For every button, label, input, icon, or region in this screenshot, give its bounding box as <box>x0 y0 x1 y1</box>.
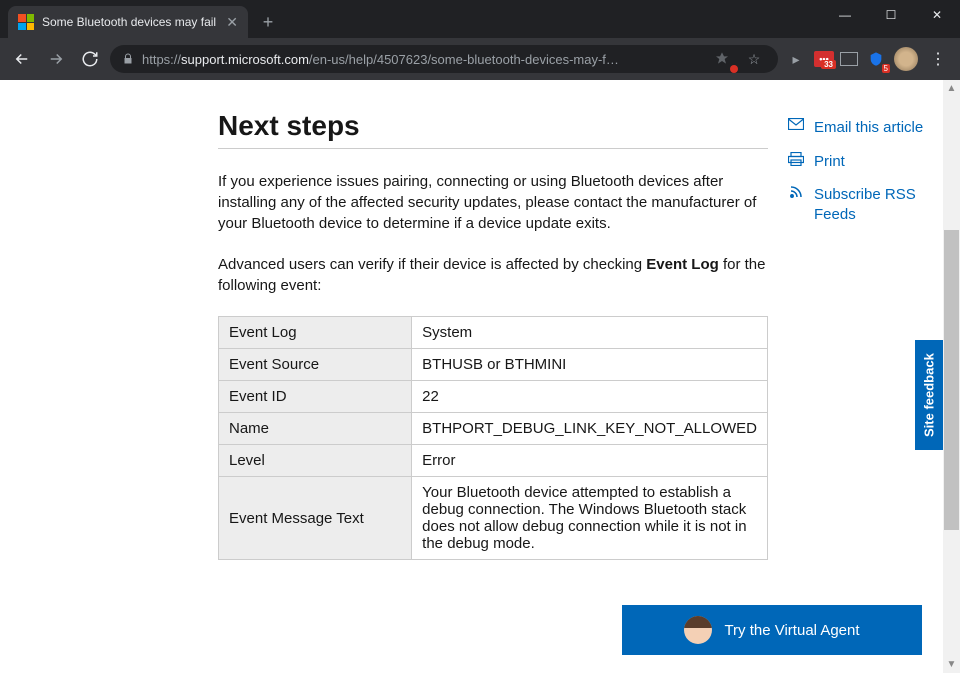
table-key: Event Source <box>219 349 412 381</box>
virtual-agent-avatar-icon <box>684 616 712 644</box>
table-row: Event Message TextYour Bluetooth device … <box>219 477 768 560</box>
table-key: Event Message Text <box>219 477 412 560</box>
address-bar[interactable]: https://support.microsoft.com/en-us/help… <box>110 45 778 73</box>
browser-menu-icon[interactable]: ⋮ <box>924 49 952 69</box>
table-key: Name <box>219 413 412 445</box>
back-button[interactable] <box>8 45 36 73</box>
extension-news-icon[interactable] <box>840 52 858 66</box>
forward-button[interactable] <box>42 45 70 73</box>
table-row: Event LogSystem <box>219 317 768 349</box>
table-row: Event SourceBTHUSB or BTHMINI <box>219 349 768 381</box>
bookmark-star-icon[interactable]: ☆ <box>742 47 766 71</box>
table-value: System <box>412 317 768 349</box>
paragraph-advanced: Advanced users can verify if their devic… <box>218 254 768 296</box>
print-link[interactable]: Print <box>788 152 938 172</box>
table-key: Event Log <box>219 317 412 349</box>
lock-icon <box>122 53 134 65</box>
browser-titlebar: Some Bluetooth devices may fail ✕ + ― ☐ … <box>0 0 960 38</box>
browser-toolbar: https://support.microsoft.com/en-us/help… <box>0 38 960 80</box>
table-key: Event ID <box>219 381 412 413</box>
article-main: Next steps If you experience issues pair… <box>218 110 768 560</box>
microsoft-favicon <box>18 14 34 30</box>
table-row: Event ID22 <box>219 381 768 413</box>
translate-icon[interactable] <box>710 47 734 71</box>
table-value: BTHPORT_DEBUG_LINK_KEY_NOT_ALLOWED <box>412 413 768 445</box>
tab-title: Some Bluetooth devices may fail <box>42 15 218 29</box>
site-feedback-tab[interactable]: Site feedback <box>915 340 943 450</box>
profile-avatar[interactable] <box>894 47 918 71</box>
reload-button[interactable] <box>76 45 104 73</box>
minimize-button[interactable]: ― <box>822 0 868 30</box>
extension-shield-icon[interactable]: 5 <box>864 47 888 71</box>
table-row: NameBTHPORT_DEBUG_LINK_KEY_NOT_ALLOWED <box>219 413 768 445</box>
new-tab-button[interactable]: + <box>254 8 282 36</box>
maximize-button[interactable]: ☐ <box>868 0 914 30</box>
page-viewport: Next steps If you experience issues pair… <box>0 80 960 673</box>
table-value: Your Bluetooth device attempted to estab… <box>412 477 768 560</box>
print-icon <box>788 152 804 166</box>
close-window-button[interactable]: ✕ <box>914 0 960 30</box>
window-controls: ― ☐ ✕ <box>822 0 960 30</box>
email-icon <box>788 118 804 130</box>
rss-link[interactable]: Subscribe RSS Feeds <box>788 185 938 224</box>
table-row: LevelError <box>219 445 768 477</box>
table-value: 22 <box>412 381 768 413</box>
table-key: Level <box>219 445 412 477</box>
rss-icon <box>788 185 804 199</box>
url-text: https://support.microsoft.com/en-us/help… <box>142 52 702 67</box>
event-log-table: Event LogSystemEvent SourceBTHUSB or BTH… <box>218 316 768 560</box>
scroll-down-arrow[interactable]: ▼ <box>943 656 960 673</box>
virtual-agent-button[interactable]: Try the Virtual Agent <box>622 605 922 655</box>
scrollbar-thumb[interactable] <box>944 230 959 530</box>
tab-close-icon[interactable]: ✕ <box>226 14 238 31</box>
email-article-link[interactable]: Email this article <box>788 118 938 138</box>
paragraph-intro: If you experience issues pairing, connec… <box>218 171 768 234</box>
browser-tab[interactable]: Some Bluetooth devices may fail ✕ <box>8 6 248 38</box>
table-value: Error <box>412 445 768 477</box>
table-value: BTHUSB or BTHMINI <box>412 349 768 381</box>
extension-lastpass-icon[interactable]: ••• <box>814 51 834 67</box>
scroll-up-arrow[interactable]: ▲ <box>943 80 960 97</box>
vertical-scrollbar[interactable]: ▲ ▼ <box>943 80 960 673</box>
extension-play-icon[interactable]: ▸ <box>784 47 808 71</box>
article-sidebar: Email this article Print Subscribe RSS F… <box>788 110 938 560</box>
heading-next-steps: Next steps <box>218 110 768 149</box>
